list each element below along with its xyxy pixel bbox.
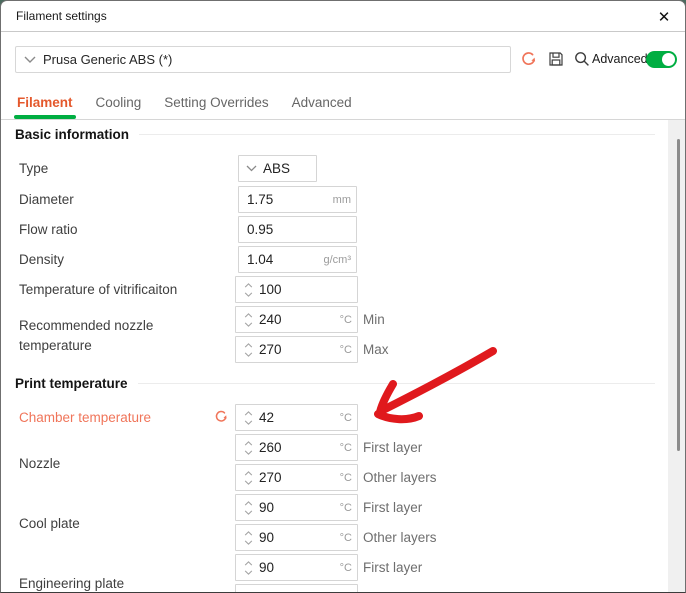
spin-down-button[interactable] [244, 510, 253, 515]
spinner [240, 526, 256, 550]
advanced-mode-label: Advanced [592, 52, 648, 66]
density-input[interactable] [247, 252, 317, 267]
spin-up-button[interactable] [244, 343, 253, 348]
spin-up-button[interactable] [244, 531, 253, 536]
close-icon[interactable]: ✕ [651, 4, 677, 30]
spinner [240, 338, 256, 362]
recommended-nozzle-max-field: °C [235, 336, 358, 363]
nozzle-first-layer-field: °C [235, 434, 358, 461]
chevron-down-icon [24, 56, 36, 63]
scrollbar-thumb[interactable] [677, 139, 680, 451]
engineering-plate-first-layer-field: °C [235, 554, 358, 581]
preset-value: Prusa Generic ABS (*) [43, 52, 172, 67]
cool-plate-other-layers-input[interactable] [259, 530, 329, 545]
flow-ratio-input[interactable] [247, 222, 317, 237]
vitrification-input[interactable] [259, 282, 329, 297]
type-dropdown[interactable]: ABS [238, 155, 317, 182]
spin-up-button[interactable] [244, 441, 253, 446]
spinner [240, 436, 256, 460]
spinner [240, 556, 256, 580]
reset-icon[interactable] [214, 409, 229, 424]
title-bar: Filament settings ✕ [1, 1, 685, 32]
nozzle-other-layers-input[interactable] [259, 470, 329, 485]
max-suffix: Max [363, 342, 389, 357]
spin-up-button[interactable] [244, 561, 253, 566]
section-basic-information: Basic information [15, 127, 655, 142]
diameter-unit: mm [333, 194, 351, 206]
chevron-down-icon [246, 165, 257, 172]
recommended-nozzle-label: Recommended nozzle temperature [19, 316, 189, 356]
filament-settings-panel: Basic information Type ABS Diameter mm F… [1, 120, 669, 593]
spin-up-button[interactable] [244, 411, 253, 416]
spin-up-button[interactable] [244, 471, 253, 476]
spin-down-button[interactable] [244, 570, 253, 575]
spin-down-button[interactable] [244, 540, 253, 545]
toggle-knob [662, 53, 675, 66]
settings-tab-bar: Filament Cooling Setting Overrides Advan… [1, 87, 685, 120]
recommended-nozzle-min-input[interactable] [259, 312, 329, 327]
flow-ratio-label: Flow ratio [19, 222, 78, 237]
cool-plate-other-layers-field: °C [235, 524, 358, 551]
diameter-input[interactable] [247, 192, 317, 207]
spin-up-button[interactable] [244, 501, 253, 506]
spin-down-button[interactable] [244, 322, 253, 327]
diameter-field: mm [238, 186, 357, 213]
spin-down-button[interactable] [244, 352, 253, 357]
filament-settings-window: Filament settings ✕ Prusa Generic ABS (*… [0, 0, 686, 593]
preset-combobox[interactable]: Prusa Generic ABS (*) [15, 46, 511, 73]
spinner [240, 308, 256, 332]
chamber-temperature-label: Chamber temperature [19, 410, 151, 425]
search-icon[interactable] [573, 50, 591, 68]
flow-ratio-field [238, 216, 357, 243]
section-print-temperature: Print temperature [15, 376, 655, 391]
cool-plate-first-layer-field: °C [235, 494, 358, 521]
reset-icon[interactable] [520, 50, 538, 68]
spin-down-button[interactable] [244, 480, 253, 485]
engineering-plate-first-layer-input[interactable] [259, 560, 329, 575]
density-field: g/cm³ [238, 246, 357, 273]
advanced-mode-toggle[interactable] [646, 51, 677, 68]
recommended-nozzle-max-input[interactable] [259, 342, 329, 357]
tab-advanced[interactable]: Advanced [292, 95, 352, 112]
window-title: Filament settings [1, 9, 107, 23]
density-unit: g/cm³ [324, 254, 352, 266]
cool-plate-label: Cool plate [19, 516, 80, 531]
density-label: Density [19, 252, 64, 267]
spin-up-button[interactable] [244, 313, 253, 318]
type-label: Type [19, 161, 48, 176]
spinner [240, 278, 256, 302]
spinner [240, 466, 256, 490]
type-value: ABS [263, 161, 290, 176]
spin-down-button[interactable] [244, 292, 253, 297]
tab-cooling[interactable]: Cooling [96, 95, 142, 112]
cool-plate-first-layer-input[interactable] [259, 500, 329, 515]
spinner [240, 496, 256, 520]
save-icon[interactable] [547, 50, 565, 68]
vitrification-field [235, 276, 358, 303]
tab-filament[interactable]: Filament [17, 95, 73, 112]
diameter-label: Diameter [19, 192, 74, 207]
tab-setting-overrides[interactable]: Setting Overrides [164, 95, 268, 112]
recommended-nozzle-min-field: °C [235, 306, 358, 333]
nozzle-label: Nozzle [19, 456, 60, 471]
nozzle-other-layers-field: °C [235, 464, 358, 491]
spinner [240, 406, 256, 430]
engineering-plate-other-layers-field [235, 584, 358, 593]
min-suffix: Min [363, 312, 385, 327]
vitrification-label: Temperature of vitrificaiton [19, 282, 177, 297]
engineering-plate-label: Engineering plate [19, 576, 124, 591]
nozzle-first-layer-input[interactable] [259, 440, 329, 455]
spinner [240, 586, 256, 593]
chamber-temperature-field: °C [235, 404, 358, 431]
spin-up-button[interactable] [244, 283, 253, 288]
spin-down-button[interactable] [244, 420, 253, 425]
spin-down-button[interactable] [244, 450, 253, 455]
chamber-temperature-input[interactable] [259, 410, 329, 425]
